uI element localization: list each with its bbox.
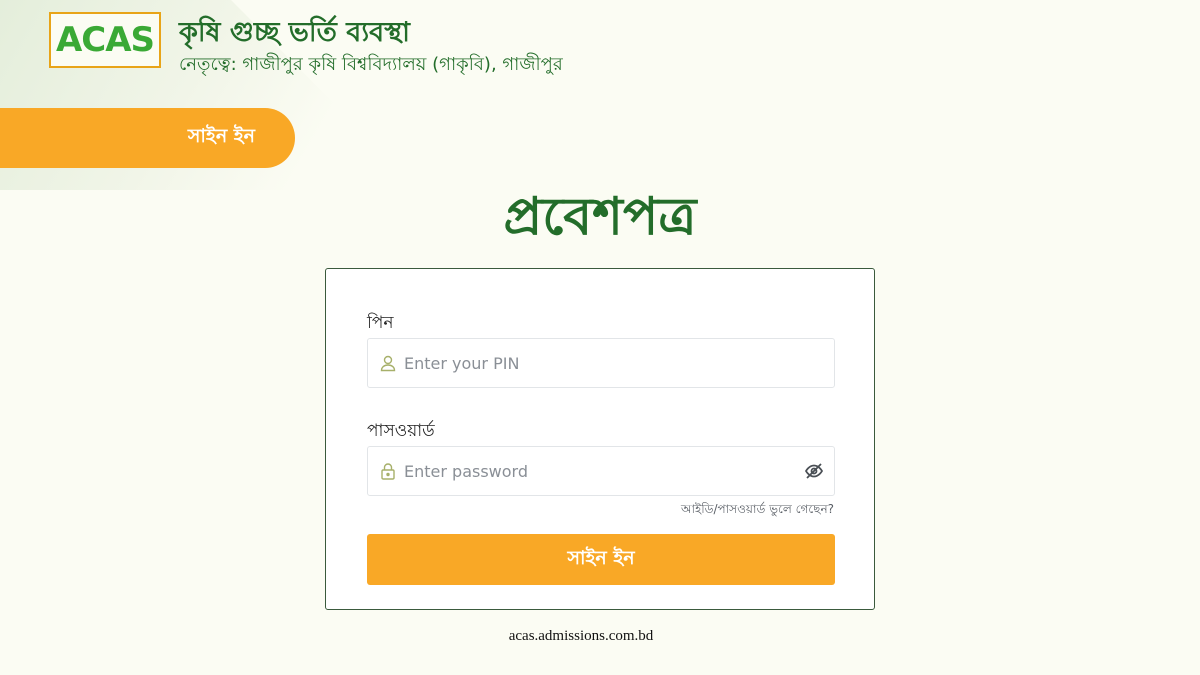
eye-off-icon[interactable] [794,461,834,481]
password-input[interactable] [404,447,794,495]
acas-logo[interactable]: ACAS [49,12,161,68]
watermark-url: acas.admissions.com.bd [508,628,654,644]
page-title: প্রবেশপত্র [503,186,697,247]
pin-field[interactable] [367,338,835,388]
forgot-credentials-link[interactable]: আইডি/পাসওয়ার্ড ভুলে গেছেন? [681,501,834,521]
password-field[interactable] [367,446,835,496]
nav-signin-label: সাইন ইন [187,125,255,147]
logo-text: ACAS [55,20,155,60]
pin-input[interactable] [404,339,834,387]
signin-button[interactable]: সাইন ইন [367,534,835,585]
nav-signin-tab[interactable]: সাইন ইন [0,108,295,168]
app-subtitle: নেতৃত্বে: গাজীপুর কৃষি বিশ্ববিদ্যালয় (গ… [179,54,563,75]
pin-label: পিন [367,313,394,333]
login-card: পিন পাসওয়ার্ড আইডি/পাসওয়ার [325,268,875,610]
lock-icon [368,462,404,480]
user-icon [368,354,404,372]
password-label: পাসওয়ার্ড [367,421,435,441]
